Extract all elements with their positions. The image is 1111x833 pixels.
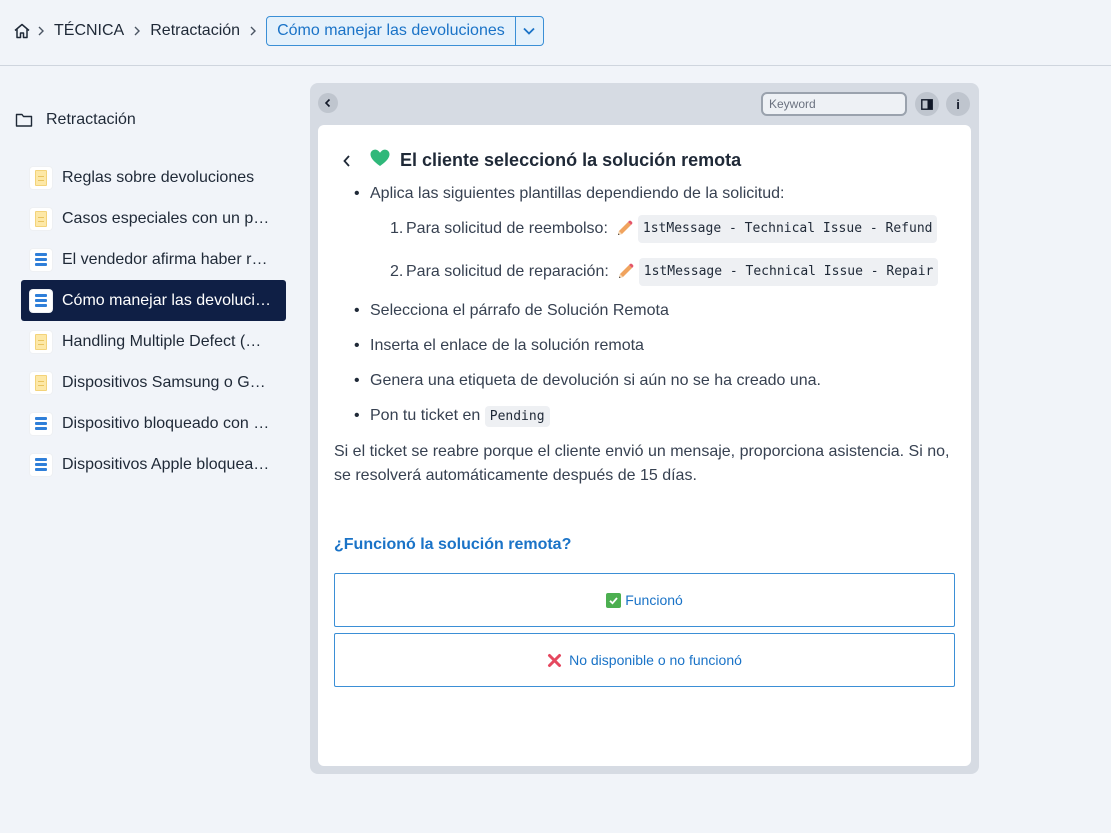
sidebar-item-casos-especiales[interactable]: Casos especiales con un pro… xyxy=(21,198,286,239)
folder-label: Retractación xyxy=(46,111,136,128)
sidebar-item-label: Handling Multiple Defect (D… xyxy=(62,332,272,350)
workflow-icon xyxy=(30,248,52,271)
sidebar-item-handling-multiple[interactable]: Handling Multiple Defect (D… xyxy=(21,321,286,362)
sidebar-item-label: Reglas sobre devoluciones xyxy=(62,168,255,186)
article-list: Reglas sobre devoluciones Casos especial… xyxy=(21,157,286,485)
sidebar-item-vendedor[interactable]: El vendedor afirma haber re… xyxy=(21,239,286,280)
article-title: El cliente seleccionó la solución remota xyxy=(400,150,742,170)
card-header: El cliente seleccionó la solución remota xyxy=(340,149,741,172)
sidebar-item-label: Cómo manejar las devolucio… xyxy=(62,291,272,309)
not-available-button[interactable]: No disponible o no funcionó xyxy=(334,633,955,687)
not-available-label: No disponible o no funcionó xyxy=(569,652,742,668)
chevron-left-icon xyxy=(324,98,331,108)
remote-solution-question: ¿Funcionó la solución remota? xyxy=(334,536,572,553)
bullet-item: Aplica las siguientes plantillas dependi… xyxy=(334,183,959,205)
bullet-text: Selecciona el párrafo de Solución Remota xyxy=(370,302,669,319)
workflow-icon xyxy=(30,289,52,312)
book-icon xyxy=(921,98,933,110)
chevron-down-icon[interactable] xyxy=(514,17,543,45)
article-body: Aplica las siguientes plantillas dependi… xyxy=(334,181,959,488)
sidebar-item-bloqueado[interactable]: Dispositivo bloqueado con p… xyxy=(21,403,286,444)
current-page-select[interactable]: Cómo manejar las devoluciones xyxy=(266,16,544,46)
chevron-right-icon xyxy=(32,25,50,37)
folder-retractacion[interactable]: Retractación xyxy=(14,110,136,130)
sidebar-item-label: Casos especiales con un pro… xyxy=(62,209,272,227)
template-code: 1stMessage - Technical Issue - Repair xyxy=(638,258,939,286)
sidebar: Retractación Reglas sobre devoluciones C… xyxy=(0,67,300,833)
sidebar-item-apple[interactable]: Dispositivos Apple bloquea… xyxy=(21,444,286,485)
item-text: Para solicitud de reembolso: xyxy=(406,220,608,237)
workflow-icon xyxy=(30,412,52,435)
sidebar-item-label: Dispositivos Samsung o Goo… xyxy=(62,373,272,391)
top-bar: TÉCNICA Retractación Cómo manejar las de… xyxy=(0,0,1111,66)
info-icon: i xyxy=(956,96,960,112)
sidebar-item-reglas[interactable]: Reglas sobre devoluciones xyxy=(21,157,286,198)
workflow-icon xyxy=(30,453,52,476)
bullet-text: Genera una etiqueta de devolución si aún… xyxy=(370,372,821,389)
bullet-text: Inserta el enlace de la solución remota xyxy=(370,337,644,354)
chevron-right-icon xyxy=(128,25,146,37)
sidebar-item-como-manejar[interactable]: Cómo manejar las devolucio… xyxy=(21,280,286,321)
item-number: 2. xyxy=(390,263,404,280)
back-chevron-icon[interactable] xyxy=(340,154,354,168)
item-number: 1. xyxy=(390,220,404,237)
current-page-label: Cómo manejar las devoluciones xyxy=(277,22,505,39)
sidebar-item-label: El vendedor afirma haber re… xyxy=(62,250,272,268)
status-code: Pending xyxy=(484,406,550,427)
bullet-item: Pon tu ticket en Pending xyxy=(334,405,959,428)
home-icon[interactable] xyxy=(12,21,32,41)
cross-mark-icon xyxy=(547,653,562,668)
sidebar-item-label: Dispositivo bloqueado con p… xyxy=(62,414,272,432)
worked-label: Funcionó xyxy=(625,592,683,608)
reader-view-button[interactable] xyxy=(915,92,939,116)
info-button[interactable]: i xyxy=(946,92,970,116)
note-icon xyxy=(30,330,52,353)
note-icon xyxy=(30,371,52,394)
bullet-item: Genera una etiqueta de devolución si aún… xyxy=(334,370,959,392)
numbered-item: 2. Para solicitud de reparación: 1stMess… xyxy=(334,258,959,286)
green-heart-icon xyxy=(370,149,390,172)
bullet-text: Aplica las siguientes plantillas dependi… xyxy=(370,185,785,202)
pencil-icon xyxy=(614,219,634,239)
numbered-item: 1. Para solicitud de reembolso: 1stMessa… xyxy=(334,215,959,243)
resolution-paragraph: Si el ticket se reabre porque el cliente… xyxy=(334,443,950,484)
keyword-search-input[interactable] xyxy=(761,92,907,116)
breadcrumb: TÉCNICA Retractación Cómo manejar las de… xyxy=(12,16,544,46)
item-text: Para solicitud de reparación: xyxy=(406,263,609,280)
bullet-item: Selecciona el párrafo de Solución Remota xyxy=(334,300,959,322)
note-icon xyxy=(30,166,52,189)
pencil-icon xyxy=(615,262,635,282)
breadcrumb-item-retractacion[interactable]: Retractación xyxy=(146,22,244,40)
bullet-text: Pon tu ticket en xyxy=(370,407,481,424)
note-icon xyxy=(30,207,52,230)
breadcrumb-item-tecnica[interactable]: TÉCNICA xyxy=(50,22,128,40)
chevron-right-icon xyxy=(244,25,262,37)
bullet-item: Inserta el enlace de la solución remota xyxy=(334,335,959,357)
panel-back-button[interactable] xyxy=(318,93,338,113)
worked-button[interactable]: Funcionó xyxy=(334,573,955,627)
folder-icon xyxy=(14,110,34,130)
sidebar-item-samsung[interactable]: Dispositivos Samsung o Goo… xyxy=(21,362,286,403)
content-panel: i El cliente seleccionó la solución remo… xyxy=(310,83,979,774)
template-code: 1stMessage - Technical Issue - Refund xyxy=(637,215,938,243)
check-mark-icon xyxy=(606,592,622,608)
article-card: El cliente seleccionó la solución remota… xyxy=(318,125,971,766)
sidebar-item-label: Dispositivos Apple bloquea… xyxy=(62,455,270,473)
